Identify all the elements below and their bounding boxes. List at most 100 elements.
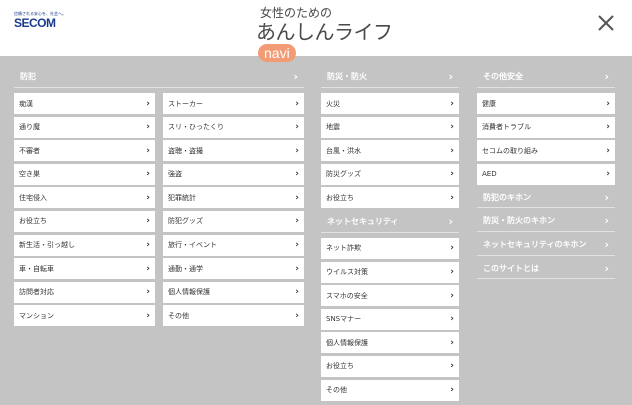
category-other[interactable]: その他安全 › bbox=[477, 66, 615, 88]
chevron-right-icon: › bbox=[146, 240, 150, 251]
category-crime[interactable]: 防犯 › bbox=[14, 66, 304, 88]
list-item[interactable]: スマホの安全 › bbox=[321, 285, 459, 307]
list-item[interactable]: 盗聴・盗撮 › bbox=[163, 140, 304, 162]
list-item[interactable]: ウイルス対策 › bbox=[321, 261, 459, 283]
chevron-right-icon: › bbox=[146, 169, 150, 180]
chevron-right-icon: › bbox=[606, 145, 610, 156]
chevron-right-icon: › bbox=[146, 192, 150, 203]
list-item[interactable]: 消費者トラブル › bbox=[477, 116, 615, 138]
list-item[interactable]: 通勤・通学 › bbox=[163, 258, 304, 280]
list-item[interactable]: 不審者 › bbox=[14, 140, 155, 162]
chevron-right-icon: › bbox=[450, 98, 454, 109]
secom-logo[interactable]: 信頼される安心を、社会へ。 SECOM bbox=[14, 11, 74, 30]
chevron-right-icon: › bbox=[450, 290, 454, 301]
category-label: 防犯 bbox=[20, 72, 36, 81]
link-crime-basics[interactable]: 防犯のキホン › bbox=[477, 187, 615, 209]
crime-right-list: ストーカー › スリ・ひったくり › 盗聴・盗撮 › 強盗 › 犯罪統計 › 防犯グッズ ›… bbox=[163, 93, 304, 329]
chevron-right-icon: › bbox=[295, 98, 299, 109]
site-logo[interactable]: 女性のための あんしんライフnavi bbox=[256, 6, 406, 69]
link-disaster-basics[interactable]: 防災・防火のキホン › bbox=[477, 211, 615, 232]
list-item[interactable]: 火災 › bbox=[321, 93, 459, 114]
list-item[interactable]: 住宅侵入 › bbox=[14, 187, 155, 209]
brand-name: SECOM bbox=[14, 16, 56, 30]
crime-items: 痴漢 › 通り魔 › 不審者 › 空き巣 › 住宅侵入 › お役立ち › 新生活・引っ越し ›… bbox=[14, 93, 304, 329]
list-item[interactable]: 新生活・引っ越し › bbox=[14, 234, 155, 256]
chevron-right-icon: › bbox=[606, 122, 610, 133]
list-item[interactable]: 車・自転車 › bbox=[14, 258, 155, 280]
list-item[interactable]: 痴漢 › bbox=[14, 93, 155, 114]
list-item[interactable]: 健康 › bbox=[477, 93, 615, 114]
link-netsec-basics[interactable]: ネットセキュリティのキホン › bbox=[477, 235, 615, 256]
chevron-right-icon: › bbox=[146, 98, 150, 109]
chevron-right-icon: › bbox=[295, 169, 299, 180]
chevron-right-icon: › bbox=[450, 385, 454, 396]
list-item[interactable]: その他 › bbox=[321, 379, 459, 401]
chevron-right-icon: › bbox=[450, 243, 454, 254]
chevron-right-icon: › bbox=[295, 145, 299, 156]
list-item[interactable]: 防災グッズ › bbox=[321, 163, 459, 185]
link-about-site[interactable]: このサイトとは › bbox=[477, 258, 615, 280]
chevron-right-icon: › bbox=[450, 192, 454, 203]
chevron-right-icon: › bbox=[146, 263, 150, 274]
chevron-right-icon: › bbox=[146, 122, 150, 133]
chevron-right-icon: › bbox=[146, 216, 150, 227]
chevron-right-icon: › bbox=[448, 70, 453, 83]
chevron-right-icon: › bbox=[604, 261, 609, 275]
disaster-netsec-column: 防災・防火 › 火災 › 地震 › 台風・洪水 › 防災グッズ › お役立ち › ネットセ… bbox=[321, 66, 459, 403]
chevron-right-icon: › bbox=[450, 337, 454, 348]
list-item[interactable]: 強盗 › bbox=[163, 163, 304, 185]
chevron-right-icon: › bbox=[293, 70, 298, 83]
chevron-right-icon: › bbox=[606, 169, 610, 180]
logo-title: あんしんライフ bbox=[256, 20, 393, 44]
list-item[interactable]: スリ・ひったくり › bbox=[163, 116, 304, 138]
list-item[interactable]: 犯罪統計 › bbox=[163, 187, 304, 209]
logo-subtitle: 女性のための bbox=[260, 6, 333, 20]
chevron-right-icon: › bbox=[295, 263, 299, 274]
chevron-right-icon: › bbox=[146, 145, 150, 156]
list-item[interactable]: 地震 › bbox=[321, 116, 459, 138]
list-item[interactable]: 旅行・イベント › bbox=[163, 234, 304, 256]
list-item[interactable]: 個人情報保護 › bbox=[321, 332, 459, 354]
list-item[interactable]: 訪問者対応 › bbox=[14, 281, 155, 303]
list-item[interactable]: お役立ち › bbox=[321, 355, 459, 377]
list-item[interactable]: AED › bbox=[477, 163, 615, 185]
list-item[interactable]: SNSマナー › bbox=[321, 308, 459, 330]
chevron-right-icon: › bbox=[295, 216, 299, 227]
chevron-right-icon: › bbox=[295, 122, 299, 133]
chevron-right-icon: › bbox=[604, 214, 609, 228]
close-icon[interactable] bbox=[596, 13, 616, 33]
list-item[interactable]: 防犯グッズ › bbox=[163, 210, 304, 232]
chevron-right-icon: › bbox=[448, 214, 453, 228]
chevron-right-icon: › bbox=[450, 267, 454, 278]
list-item[interactable]: 台風・洪水 › bbox=[321, 140, 459, 162]
list-item[interactable]: 通り魔 › bbox=[14, 116, 155, 138]
chevron-right-icon: › bbox=[295, 192, 299, 203]
category-label: 防災・防火 bbox=[327, 72, 367, 81]
chevron-right-icon: › bbox=[604, 238, 609, 252]
list-item[interactable]: その他 › bbox=[163, 305, 304, 327]
category-label: その他安全 bbox=[483, 72, 523, 81]
category-netsec[interactable]: ネットセキュリティ › bbox=[321, 211, 459, 233]
chevron-right-icon: › bbox=[146, 287, 150, 298]
list-item[interactable]: 個人情報保護 › bbox=[163, 281, 304, 303]
list-item[interactable]: セコムの取り組み › bbox=[477, 140, 615, 162]
list-item[interactable]: お役立ち › bbox=[321, 187, 459, 209]
header: 信頼される安心を、社会へ。 SECOM 女性のための あんしんライフnavi bbox=[0, 0, 632, 62]
list-item[interactable]: ネット詐欺 › bbox=[321, 237, 459, 259]
list-item[interactable]: ストーカー › bbox=[163, 93, 304, 114]
chevron-right-icon: › bbox=[295, 240, 299, 251]
list-item[interactable]: マンション › bbox=[14, 305, 155, 327]
category-label: ネットセキュリティ bbox=[327, 216, 399, 226]
chevron-right-icon: › bbox=[450, 169, 454, 180]
chevron-right-icon: › bbox=[295, 287, 299, 298]
chevron-right-icon: › bbox=[450, 122, 454, 133]
chevron-right-icon: › bbox=[604, 190, 609, 204]
list-item[interactable]: お役立ち › bbox=[14, 210, 155, 232]
chevron-right-icon: › bbox=[450, 361, 454, 372]
chevron-right-icon: › bbox=[450, 314, 454, 325]
crime-column: 防犯 › 痴漢 › 通り魔 › 不審者 › 空き巣 › 住宅侵入 › お役立ち › 新生活・… bbox=[14, 66, 304, 329]
list-item[interactable]: 空き巣 › bbox=[14, 163, 155, 185]
chevron-right-icon: › bbox=[604, 70, 609, 83]
category-disaster[interactable]: 防災・防火 › bbox=[321, 66, 459, 88]
crime-left-list: 痴漢 › 通り魔 › 不審者 › 空き巣 › 住宅侵入 › お役立ち › 新生活・引っ越し ›… bbox=[14, 93, 155, 329]
